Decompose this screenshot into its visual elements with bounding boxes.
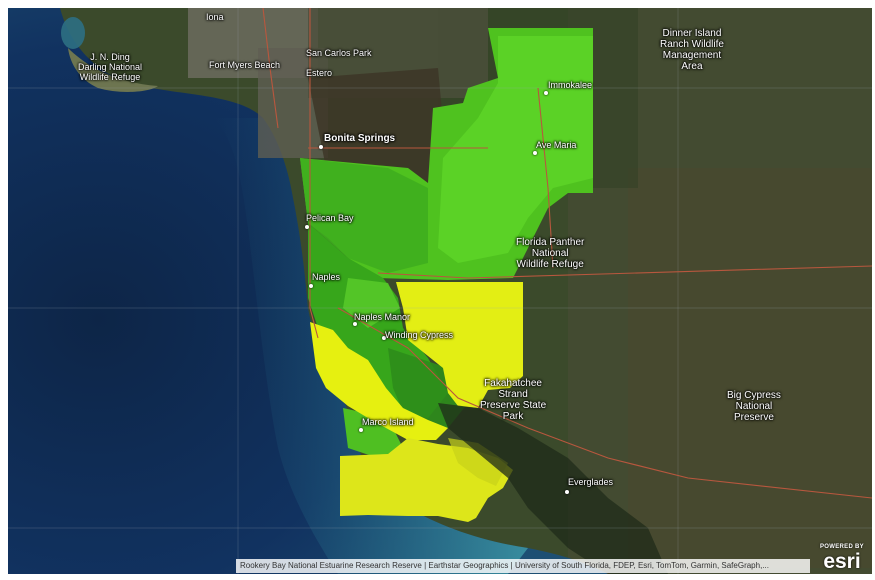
label-fakahatchee: Fakahatchee Strand Preserve State Park [480,378,547,422]
map-imagery [8,8,872,574]
pin-ave-maria [533,151,537,155]
pin-immokalee [544,91,548,95]
label-marco-island: Marco Island [362,417,414,427]
map-canvas[interactable]: J. N. Ding Darling National Wildlife Ref… [8,8,872,574]
label-florida-panther: Florida Panther National Wildlife Refuge [516,237,585,270]
label-everglades: Everglades [568,477,614,487]
label-bonita-springs: Bonita Springs [324,133,396,144]
label-immokalee: Immokalee [548,80,593,90]
label-big-cypress: Big Cypress National Preserve [727,390,781,423]
label-san-carlos-park: San Carlos Park [306,48,372,58]
label-naples-manor: Naples Manor [354,312,411,322]
label-estero: Estero [306,68,333,78]
label-winding-cypress: Winding Cypress [385,330,454,340]
pin-naples-manor [353,322,357,326]
label-pelican-bay: Pelican Bay [306,213,354,223]
label-naples: Naples [312,272,341,282]
label-iona: Iona [206,12,224,22]
pin-marco-island [359,428,363,432]
label-jn-ding: J. N. Ding Darling National Wildlife Ref… [78,52,143,82]
esri-wordmark: esri [823,550,861,573]
label-ave-maria: Ave Maria [536,140,577,150]
pin-everglades [565,490,569,494]
pin-bonita-springs [319,145,323,149]
pin-pelican-bay [305,225,309,229]
map-attribution[interactable]: Rookery Bay National Estuarine Research … [236,559,810,573]
label-fort-myers-beach: Fort Myers Beach [209,60,281,70]
map-frame: J. N. Ding Darling National Wildlife Ref… [0,0,875,580]
pin-naples [309,284,313,288]
label-dinner-island: Dinner Island Ranch Wildlife Management … [660,28,724,72]
esri-logo[interactable]: POWERED BY esri [814,543,870,573]
